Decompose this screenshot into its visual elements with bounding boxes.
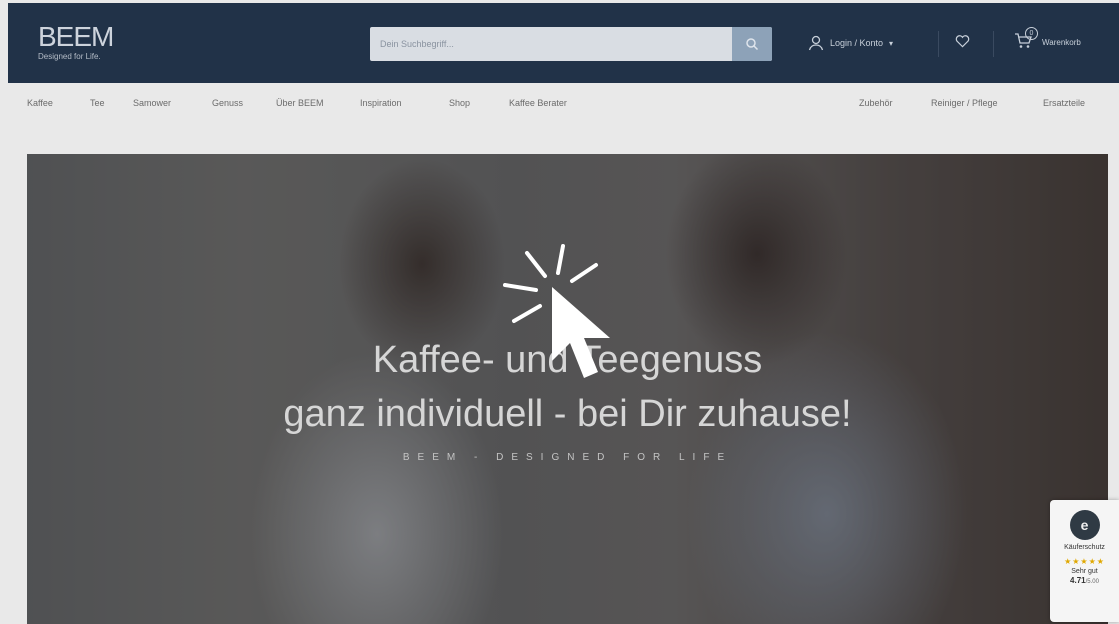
nav-item-ueber-beem[interactable]: Über BEEM [276, 98, 324, 108]
divider [993, 31, 994, 57]
login-label: Login / Konto [830, 38, 884, 48]
logo-subtitle: Designed for Life. [38, 52, 101, 61]
nav-item-inspiration[interactable]: Inspiration [360, 98, 402, 108]
search-button[interactable] [732, 27, 772, 61]
main-navigation: Kaffee Tee Samower Genuss Über BEEM Insp… [8, 84, 1119, 122]
chevron-down-icon: ▾ [889, 38, 894, 48]
hero-tagline: BEEM - DESIGNED FOR LIFE [402, 452, 733, 463]
search-input[interactable] [370, 27, 732, 61]
search-bar [370, 27, 772, 61]
hero-headline-line2: ganz individuell - bei Dir zuhause! [283, 393, 852, 435]
nav-item-samower[interactable]: Samower [133, 98, 171, 108]
cart-button[interactable]: 0 Warenkorb [1014, 27, 1081, 49]
divider [938, 31, 939, 57]
cart-label: Warenkorb [1042, 37, 1081, 47]
nav-item-reiniger-pflege[interactable]: Reiniger / Pflege [931, 98, 998, 108]
nav-item-shop[interactable]: Shop [449, 98, 470, 108]
logo-text: BEEM [38, 21, 114, 52]
beem-logo[interactable]: BEEM Designed for Life. [38, 21, 114, 62]
nav-item-zubehoer[interactable]: Zubehör [859, 98, 893, 108]
heart-icon [955, 35, 970, 48]
wishlist-button[interactable] [955, 34, 970, 48]
nav-item-genuss[interactable]: Genuss [212, 98, 243, 108]
click-cursor-icon [503, 244, 610, 378]
user-icon [808, 35, 824, 51]
nav-item-kaffee-berater[interactable]: Kaffee Berater [509, 98, 567, 108]
site-header: BEEM Designed for Life. Login / Konto ▾ … [8, 3, 1119, 83]
login-account-menu[interactable]: Login / Konto ▾ [808, 35, 893, 51]
nav-item-ersatzteile[interactable]: Ersatzteile [1043, 98, 1085, 108]
nav-item-tee[interactable]: Tee [90, 98, 105, 108]
nav-item-kaffee[interactable]: Kaffee [27, 98, 53, 108]
cart-count-badge: 0 [1025, 27, 1038, 40]
search-icon [746, 38, 759, 51]
cart-icon-wrap: 0 [1014, 27, 1038, 49]
